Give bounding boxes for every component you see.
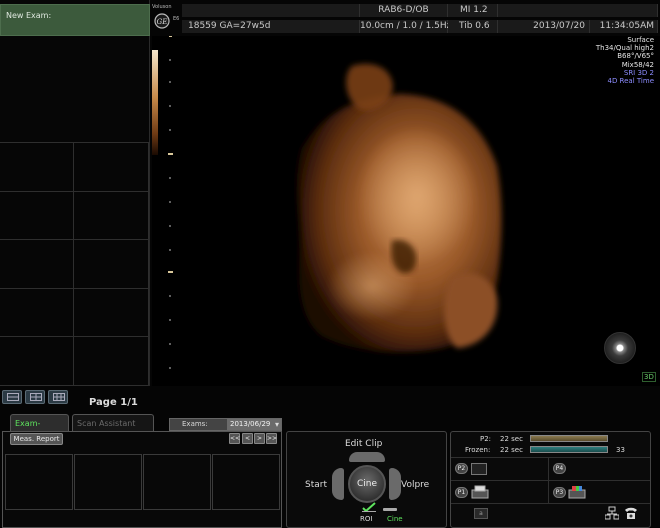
render-mode: Surface — [627, 36, 654, 44]
prev-page-button[interactable]: < — [242, 433, 253, 444]
phone-icon[interactable] — [624, 506, 638, 520]
a-button[interactable]: a — [474, 508, 488, 519]
p2-print-icon[interactable] — [471, 463, 487, 475]
depth-info: 10.0cm / 1.0 / 1.5Hz — [360, 20, 452, 33]
thumbnail-slot[interactable] — [74, 191, 149, 241]
roi-label: ROI — [360, 515, 373, 523]
p4-button[interactable]: P4 — [553, 463, 566, 474]
frozen-label: Frozen: — [465, 446, 491, 454]
quad-layout-icon — [30, 393, 42, 401]
thumbnail-slot[interactable] — [0, 240, 74, 289]
volpre-label: Volpre — [401, 480, 430, 490]
thumbnail-slot[interactable] — [74, 240, 149, 289]
tab-scan-assistant[interactable]: Scan Assistant — [72, 414, 154, 431]
cine-knob[interactable]: Cine — [348, 465, 386, 503]
time-display: 11:34:05AM — [590, 20, 658, 33]
thumbnail-slot[interactable] — [74, 143, 149, 192]
grid-layout-icon — [53, 393, 65, 401]
probe-label: RAB6-D/OB — [360, 4, 448, 17]
patient-ga: 18559 GA=27w5d — [182, 20, 360, 33]
threshold-quality: Th34/Qual high2 — [595, 44, 654, 53]
frozen-duration: 22 sec — [500, 446, 523, 454]
p2-button[interactable]: P2 — [455, 463, 468, 474]
p3-button[interactable]: P3 — [553, 487, 566, 498]
history-image-slot[interactable] — [5, 454, 73, 510]
header-blank-cell — [182, 4, 360, 17]
trackball-indicator-icon[interactable] — [604, 332, 636, 364]
layout-single-button[interactable] — [2, 390, 22, 404]
meas-report-button[interactable]: Meas. Report — [10, 433, 63, 445]
acquisition-mode: 4D Real Time — [607, 77, 654, 86]
network-icon[interactable] — [605, 506, 619, 520]
date-display: 2013/07/20 — [498, 20, 590, 33]
checkmark-icon[interactable] — [362, 502, 376, 512]
new-exam-label: New Exam: — [6, 11, 52, 20]
single-layout-icon — [7, 393, 19, 401]
tib-value: Tib 0.6 — [448, 20, 498, 33]
volume-angles: B68°/V65° — [617, 52, 654, 61]
cine-knob-label: Cine — [356, 479, 378, 489]
render-parameters: Surface Th34/Qual high2 B68°/V65° Mix58/… — [596, 36, 654, 85]
last-page-button[interactable]: >> — [266, 433, 277, 444]
history-image-slot[interactable] — [143, 454, 211, 510]
exams-date-dropdown[interactable]: 2013/06/29 — [227, 419, 281, 430]
history-image-slot[interactable] — [212, 454, 280, 510]
thumbnail-slot[interactable] — [74, 337, 149, 386]
frozen-progress-bar — [530, 446, 608, 453]
header-blank-cell — [498, 4, 658, 17]
3d-badge[interactable]: 3D — [642, 372, 656, 382]
edit-clip-label: Edit Clip — [345, 439, 383, 449]
thumbnail-slot[interactable] — [0, 337, 74, 386]
next-page-button[interactable]: > — [254, 433, 265, 444]
history-image-slot[interactable] — [74, 454, 142, 510]
thumbnail-slot[interactable] — [0, 143, 74, 192]
grayscale-colorbar — [152, 50, 158, 155]
page-indicator: Page 1/1 — [89, 397, 138, 408]
volpre-button[interactable] — [389, 468, 401, 500]
printer-icon[interactable] — [471, 485, 489, 499]
ge-logo-icon: GE — [154, 13, 170, 29]
brand-name: Voluson — [152, 4, 172, 10]
mi-value: MI 1.2 — [448, 4, 498, 17]
sri-setting: SRI 3D 2 — [623, 68, 654, 77]
start-label: Start — [305, 480, 327, 490]
layout-quad-button[interactable] — [25, 390, 45, 404]
model-name: E6 — [173, 16, 180, 22]
fetal-3d-rendering — [297, 63, 502, 352]
ultrasound-viewport[interactable] — [152, 36, 660, 386]
cine-slider-icon[interactable] — [383, 508, 397, 511]
thumbnail-slot[interactable] — [0, 191, 74, 241]
exams-label: Exams: — [182, 420, 208, 428]
p2-progress-bar — [530, 435, 608, 442]
layout-grid-button[interactable] — [48, 390, 68, 404]
mix-ratio: Mix58/42 — [621, 60, 654, 69]
thumbnail-slot[interactable] — [0, 288, 74, 338]
svg-text:GE: GE — [157, 18, 168, 26]
thumbnail-grid — [0, 142, 150, 386]
tab-exam-history[interactable]: Exam-History — [10, 414, 69, 445]
color-printer-icon[interactable] — [568, 485, 586, 499]
depth-ruler — [168, 36, 173, 369]
p2-label: P2: — [480, 435, 492, 443]
first-page-button[interactable]: << — [229, 433, 240, 444]
divider — [451, 503, 650, 504]
divider — [548, 457, 549, 503]
frozen-frame-count: 33 — [616, 446, 625, 454]
start-button[interactable] — [332, 468, 344, 500]
new-exam-thumbnail[interactable]: New Exam: — [0, 4, 150, 36]
voluson-logo: Voluson GE E6 — [152, 4, 182, 34]
p2-duration: 22 sec — [500, 435, 523, 443]
thumbnail-slot[interactable] — [74, 288, 149, 338]
p1-button[interactable]: P1 — [455, 487, 468, 498]
divider — [451, 457, 650, 458]
cine-label: Cine — [387, 515, 403, 523]
edit-clip-button[interactable] — [349, 452, 385, 462]
divider — [451, 480, 650, 481]
